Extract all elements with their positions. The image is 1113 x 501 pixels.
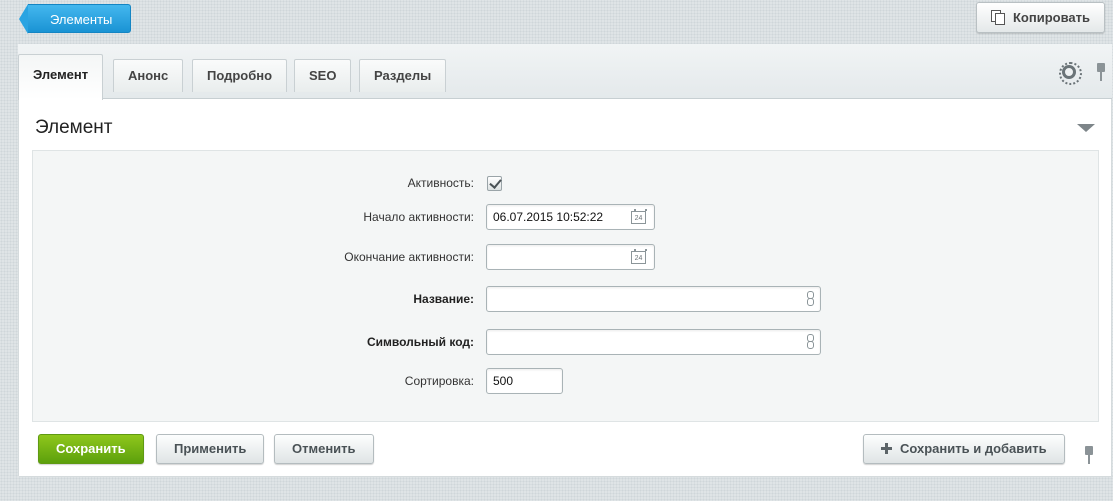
row-activity: Активность: (33, 170, 1098, 196)
apply-button[interactable]: Применить (156, 434, 265, 464)
calendar-icon[interactable]: 24 (631, 249, 647, 264)
start-date-value: 06.07.2015 10:52:22 (493, 210, 604, 224)
copy-button[interactable]: Копировать (976, 2, 1105, 33)
end-date-input[interactable]: 24 (486, 244, 655, 270)
activity-label: Активность: (407, 176, 474, 190)
tab-sections[interactable]: Разделы (359, 59, 447, 92)
sort-label: Сортировка: (404, 374, 474, 388)
save-and-add-label: Сохранить и добавить (900, 441, 1047, 456)
end-date-label: Окончание активности: (344, 250, 474, 264)
back-to-elements-button[interactable]: Элементы (18, 4, 132, 34)
collapse-icon[interactable] (1077, 124, 1095, 132)
link-icon[interactable] (807, 291, 814, 307)
row-name: Название: (33, 286, 1098, 312)
start-date-label: Начало активности: (363, 210, 474, 224)
tab-strip: Элемент Анонс Подробно SEO Разделы (18, 44, 1112, 100)
save-button[interactable]: Сохранить (38, 434, 144, 464)
code-label: Символьный код: (366, 335, 474, 349)
name-input[interactable] (486, 286, 821, 312)
panel-bottom-border (19, 476, 1113, 477)
top-toolbar: Элементы Копировать (0, 0, 1113, 44)
code-input[interactable] (486, 329, 821, 355)
sort-input[interactable]: 500 (486, 368, 563, 394)
gear-icon[interactable] (1059, 62, 1082, 85)
row-end-date: Окончание активности: 24 (33, 244, 1098, 270)
cancel-button[interactable]: Отменить (274, 434, 374, 464)
name-label: Название: (413, 292, 474, 306)
tab-announce[interactable]: Анонс (113, 59, 184, 92)
plus-icon (881, 443, 892, 454)
tab-element[interactable]: Элемент (18, 54, 104, 100)
tab-details[interactable]: Подробно (192, 59, 288, 92)
copy-button-label: Копировать (1012, 10, 1090, 25)
save-and-add-button[interactable]: Сохранить и добавить (863, 434, 1065, 464)
edit-panel: Элемент Анонс Подробно SEO Разделы Элеме… (18, 44, 1113, 477)
activity-checkbox[interactable] (487, 176, 502, 191)
start-date-input[interactable]: 06.07.2015 10:52:22 24 (486, 204, 655, 230)
form-box: Активность: Начало активности: 06.07.201… (32, 150, 1099, 422)
row-code: Символьный код: (33, 329, 1098, 355)
pin-icon[interactable] (1084, 446, 1094, 464)
link-icon[interactable] (807, 334, 814, 350)
tab-content: Элемент Активность: Начало активности: 0… (18, 99, 1113, 477)
row-start-date: Начало активности: 06.07.2015 10:52:22 2… (33, 204, 1098, 230)
copy-icon (990, 10, 1005, 25)
calendar-icon[interactable]: 24 (631, 209, 647, 224)
section-title: Элемент (35, 117, 113, 138)
pin-icon[interactable] (1096, 63, 1106, 81)
row-sort: Сортировка: 500 (33, 368, 1098, 394)
tab-seo[interactable]: SEO (294, 59, 352, 92)
